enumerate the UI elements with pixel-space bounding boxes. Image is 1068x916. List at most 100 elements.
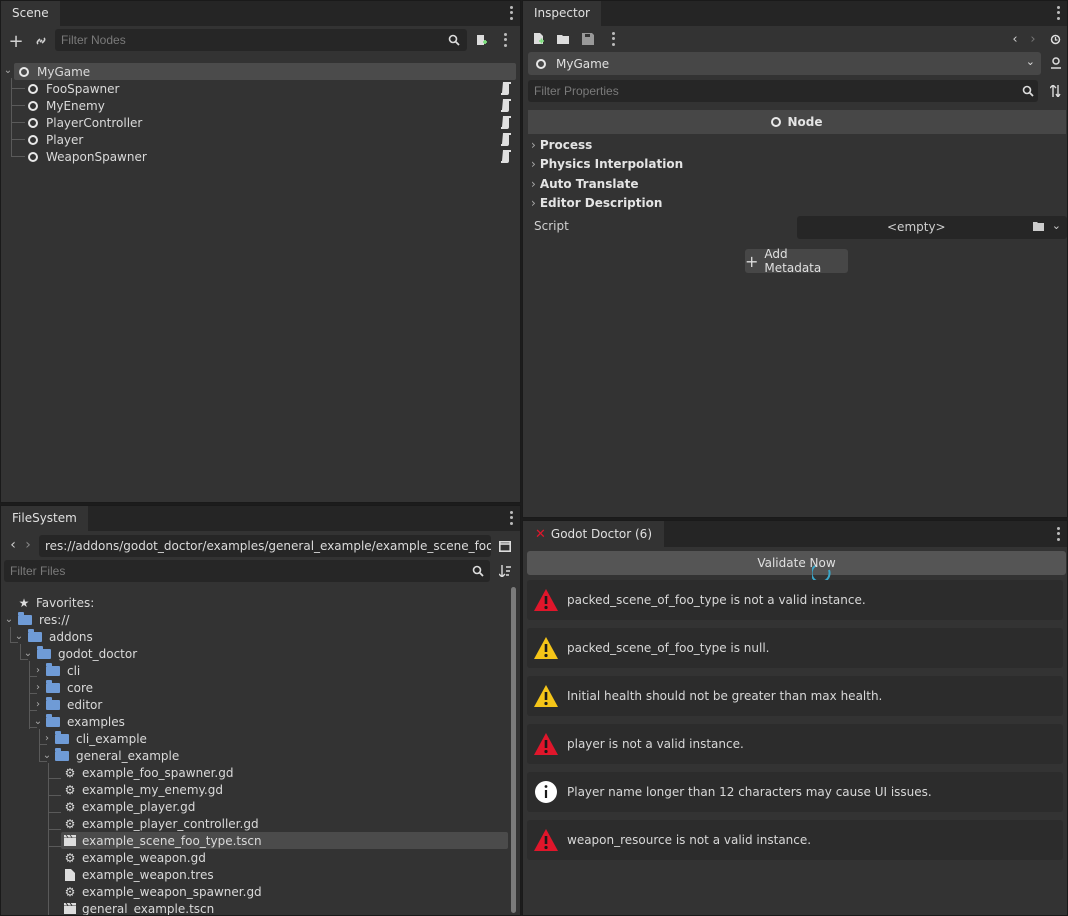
nav-forward-icon[interactable]: ›	[22, 537, 34, 553]
add-metadata-button[interactable]: + Add Metadata	[745, 247, 848, 275]
file-example-player-controller[interactable]: ⚙ example_player_controller.gd	[1, 815, 520, 832]
diagnostic-item[interactable]: Initial health should not be greater tha…	[527, 676, 1063, 716]
add-node-icon[interactable]: +	[7, 31, 25, 52]
folder-res[interactable]: ⌄ res://	[1, 611, 520, 628]
close-icon[interactable]: ✕	[535, 522, 546, 547]
filesystem-menu-icon[interactable]	[506, 510, 516, 526]
scene-options-icon[interactable]	[500, 32, 510, 48]
folder-godot-doctor[interactable]: ⌄ godot_doctor	[1, 645, 520, 662]
file-example-player[interactable]: ⚙ example_player.gd	[1, 798, 520, 815]
file-example-weapon-spawner[interactable]: ⚙ example_weapon_spawner.gd	[1, 883, 520, 900]
file-example-scene-foo-type[interactable]: example_scene_foo_type.tscn	[61, 832, 508, 849]
nav-back-icon[interactable]: ‹	[7, 537, 19, 553]
node-select-dropdown[interactable]: MyGame ⌄	[528, 52, 1041, 75]
load-script-icon[interactable]	[1033, 221, 1045, 235]
filter-properties-input[interactable]	[528, 80, 1038, 102]
file-icon	[64, 868, 76, 881]
new-resource-icon[interactable]	[532, 32, 546, 46]
tab-godot-doctor[interactable]: ✕ Godot Doctor (6)	[523, 521, 664, 547]
node-icon	[19, 66, 29, 77]
error-icon	[534, 589, 558, 611]
script-property-field[interactable]: <empty> ⌄	[797, 216, 1067, 239]
chevron-right-icon[interactable]: ›	[33, 665, 43, 676]
path-field[interactable]: res://addons/godot_doctor/examples/gener…	[39, 535, 491, 557]
history-forward-icon[interactable]: ›	[1027, 31, 1039, 47]
property-sort-icon[interactable]	[1049, 84, 1063, 98]
section-physics-interpolation[interactable]: › Physics Interpolation	[531, 157, 683, 171]
chevron-down-icon[interactable]: ⌄	[23, 648, 33, 659]
tree-node-player[interactable]: Player	[1, 131, 520, 148]
chevron-down-icon[interactable]: ⌄	[4, 614, 14, 625]
tree-node-myenemy[interactable]: MyEnemy	[1, 97, 520, 114]
chevron-right-icon: ›	[531, 157, 536, 171]
chevron-right-icon[interactable]: ›	[33, 682, 43, 693]
section-editor-description[interactable]: › Editor Description	[531, 196, 662, 210]
folder-icon	[55, 730, 69, 744]
diagnostic-text: weapon_resource is not a valid instance.	[567, 833, 812, 847]
folder-icon	[28, 628, 42, 642]
file-example-weapon-gd[interactable]: ⚙ example_weapon.gd	[1, 849, 520, 866]
file-general-example-tscn[interactable]: general_example.tscn	[1, 900, 520, 915]
diagnostic-item[interactable]: packed_scene_of_foo_type is not a valid …	[527, 580, 1063, 620]
filter-nodes-input[interactable]	[55, 29, 467, 51]
tab-scene[interactable]: Scene	[1, 1, 60, 26]
tab-inspector[interactable]: Inspector	[523, 1, 601, 26]
file-tree-scrollbar[interactable]	[511, 587, 516, 913]
section-auto-translate[interactable]: › Auto Translate	[531, 177, 638, 191]
file-example-weapon-tres[interactable]: example_weapon.tres	[1, 866, 520, 883]
filter-files-input[interactable]	[4, 560, 490, 582]
link-icon[interactable]	[32, 32, 50, 50]
gear-icon: ⚙	[64, 765, 76, 780]
tab-inspector-label: Inspector	[534, 6, 590, 20]
folder-cli-example[interactable]: › cli_example	[1, 730, 520, 747]
tree-node-playercontroller[interactable]: PlayerController	[1, 114, 520, 131]
diagnostic-item[interactable]: packed_scene_of_foo_type is null.	[527, 628, 1063, 668]
script-icon[interactable]	[501, 82, 512, 95]
tree-node-mygame[interactable]: MyGame	[14, 63, 516, 80]
gear-icon: ⚙	[64, 799, 76, 814]
folder-core[interactable]: › core	[1, 679, 520, 696]
script-add-icon[interactable]	[473, 32, 489, 48]
toggle-split-icon[interactable]	[498, 539, 512, 553]
chevron-down-icon[interactable]: ⌄	[42, 750, 52, 761]
folder-general-example[interactable]: ⌄ general_example	[1, 747, 520, 764]
folder-examples[interactable]: ⌄ examples	[1, 713, 520, 730]
script-icon[interactable]	[501, 99, 512, 112]
folder-cli[interactable]: › cli	[1, 662, 520, 679]
script-icon[interactable]	[501, 116, 512, 129]
inspector-menu-icon[interactable]	[1053, 5, 1063, 21]
file-example-my-enemy[interactable]: ⚙ example_my_enemy.gd	[1, 781, 520, 798]
chevron-down-icon[interactable]: ⌄	[33, 716, 43, 727]
file-sort-icon[interactable]	[498, 564, 512, 578]
collapse-chevron-icon[interactable]: ⌄	[3, 65, 13, 76]
folder-editor[interactable]: › editor	[1, 696, 520, 713]
open-folder-icon[interactable]	[556, 32, 570, 46]
diagnostic-item[interactable]: Player name longer than 12 characters ma…	[527, 772, 1063, 812]
script-icon[interactable]	[501, 150, 512, 163]
file-example-foo-spawner[interactable]: ⚙ example_foo_spawner.gd	[1, 764, 520, 781]
history-back-icon[interactable]: ‹	[1009, 31, 1021, 47]
tab-filesystem[interactable]: FileSystem	[1, 506, 88, 531]
chevron-right-icon[interactable]: ›	[42, 733, 52, 744]
chevron-down-icon[interactable]: ⌄	[1052, 219, 1061, 232]
save-icon[interactable]	[581, 32, 595, 46]
section-process[interactable]: › Process	[531, 138, 592, 152]
diagnostic-item[interactable]: player is not a valid instance.	[527, 724, 1063, 764]
scene-menu-icon[interactable]	[506, 5, 516, 21]
tree-node-foospawner[interactable]: FooSpawner	[1, 80, 520, 97]
node-settings-icon[interactable]	[1049, 56, 1063, 70]
chevron-right-icon[interactable]: ›	[33, 699, 43, 710]
tree-node-weaponspawner[interactable]: WeaponSpawner	[1, 148, 520, 165]
folder-addons[interactable]: ⌄ addons	[1, 628, 520, 645]
doctor-menu-icon[interactable]	[1053, 526, 1063, 542]
script-icon[interactable]	[501, 133, 512, 146]
list-item-label: Favorites:	[36, 595, 95, 610]
folder-icon	[18, 611, 32, 625]
node-icon	[28, 83, 38, 94]
history-icon[interactable]	[1048, 32, 1062, 46]
favorites-item[interactable]: ★ Favorites:	[1, 594, 520, 611]
inspector-options-icon[interactable]	[608, 31, 618, 47]
diagnostic-item[interactable]: weapon_resource is not a valid instance.	[527, 820, 1063, 860]
chevron-down-icon[interactable]: ⌄	[14, 631, 24, 642]
validate-now-button[interactable]: Validate Now	[527, 551, 1066, 575]
